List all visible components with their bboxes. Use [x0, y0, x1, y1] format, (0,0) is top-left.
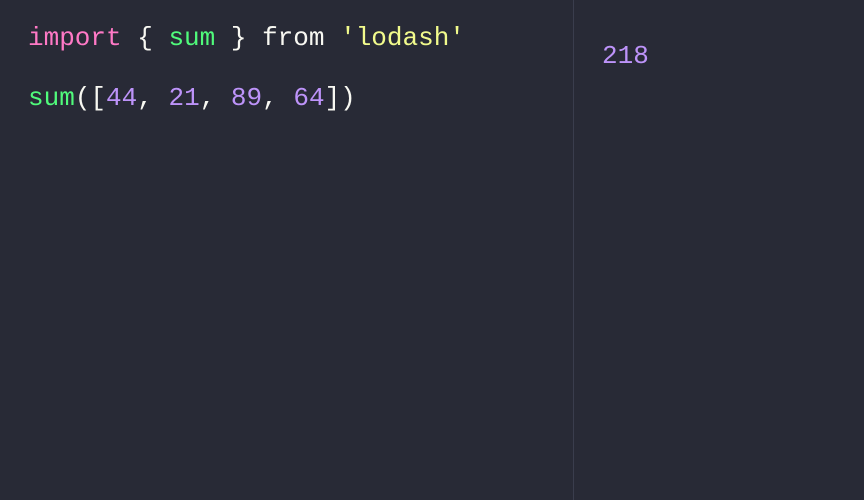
- num3: 89: [231, 78, 262, 120]
- comma3: ,: [262, 78, 293, 120]
- editor-container: import { sum } from 'lodash' sum ([ 44 ,…: [0, 0, 864, 500]
- keyword-import: import: [28, 18, 122, 60]
- brace-close: }: [215, 18, 246, 60]
- identifier-sum: sum: [168, 18, 215, 60]
- comma2: ,: [200, 78, 231, 120]
- paren-open: ([: [75, 78, 106, 120]
- keyword-from: from: [246, 18, 324, 60]
- code-panel[interactable]: import { sum } from 'lodash' sum ([ 44 ,…: [0, 0, 574, 500]
- brace-open: {: [122, 18, 169, 60]
- paren-close: ]): [325, 78, 356, 120]
- result-panel: 218: [574, 0, 864, 500]
- num2: 21: [168, 78, 199, 120]
- num4: 64: [293, 78, 324, 120]
- result-value: 218: [602, 18, 836, 78]
- comma1: ,: [137, 78, 168, 120]
- sum-call-line: sum ([ 44 , 21 , 89 , 64 ]): [28, 78, 545, 120]
- num1: 44: [106, 78, 137, 120]
- string-lodash: 'lodash': [324, 18, 464, 60]
- import-line: import { sum } from 'lodash': [28, 18, 545, 60]
- func-name: sum: [28, 78, 75, 120]
